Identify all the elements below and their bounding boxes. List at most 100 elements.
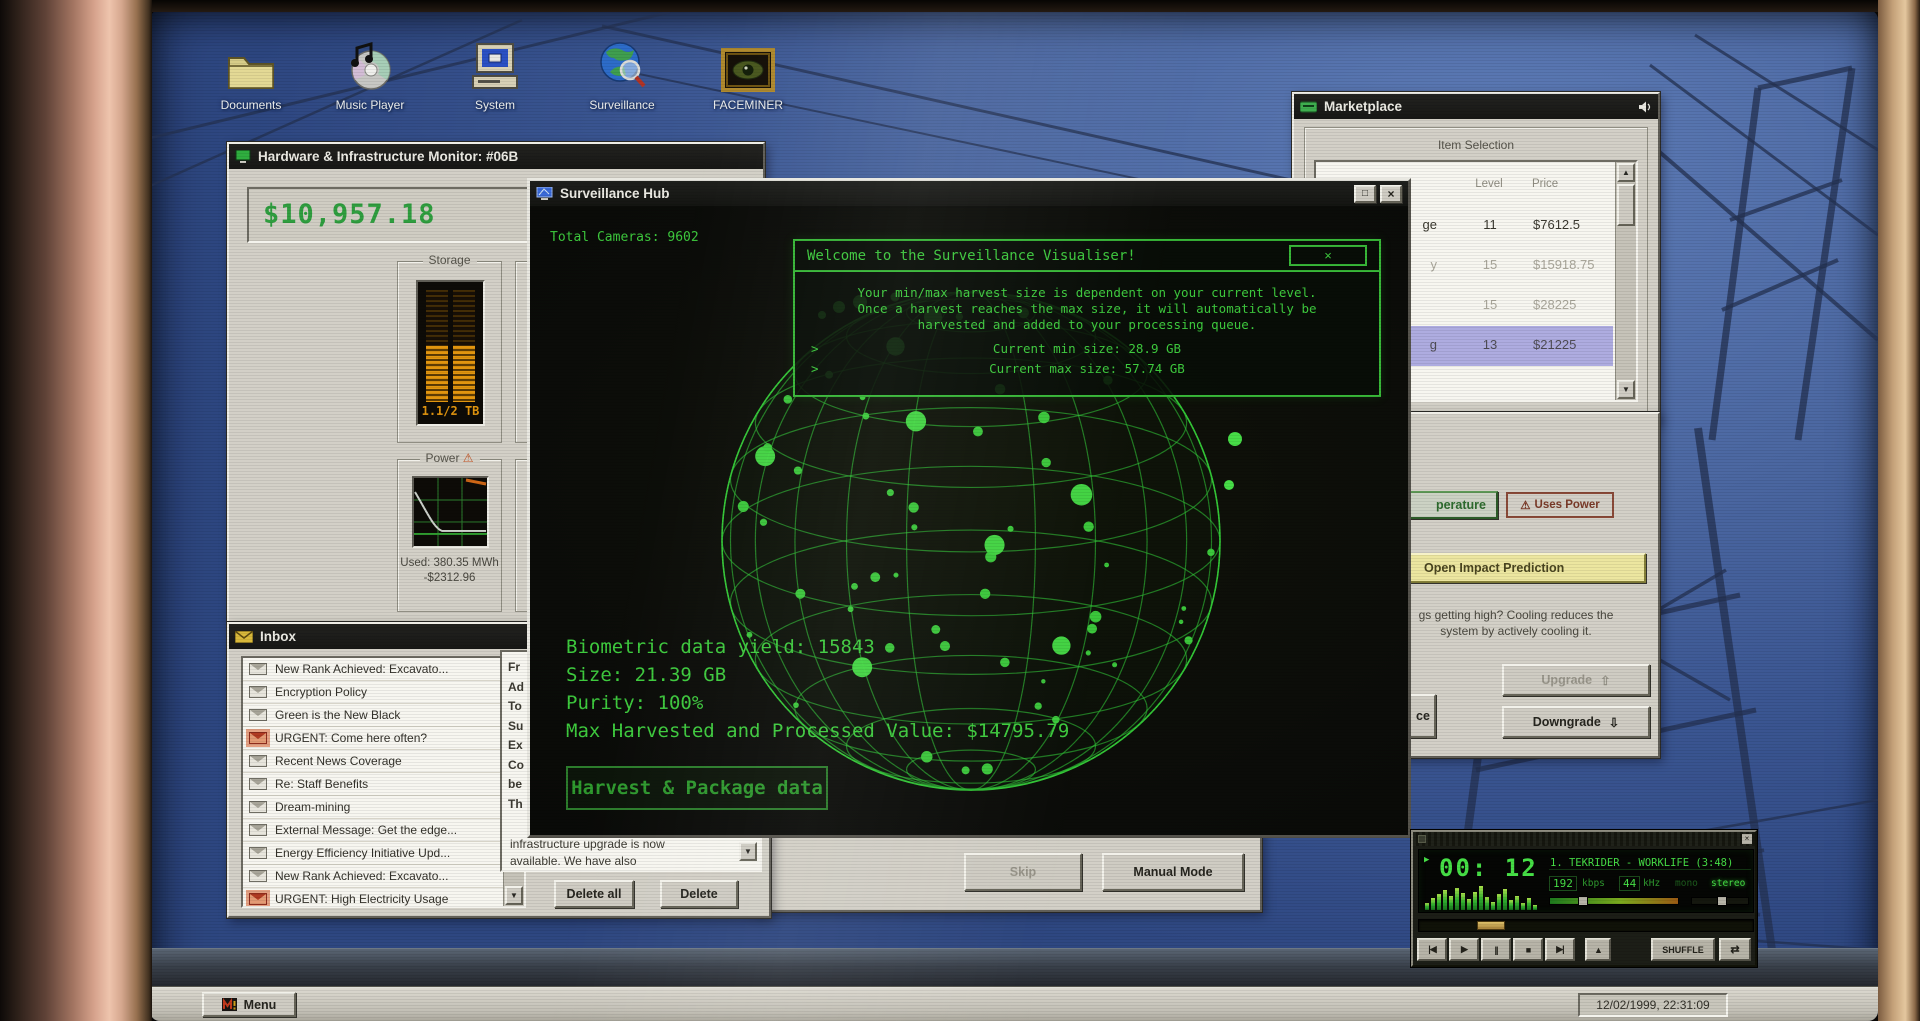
- balance-slider[interactable]: [1691, 897, 1749, 905]
- taskbar: Menu 12/02/1999, 22:31:09: [150, 987, 1878, 1021]
- surveillance-titlebar[interactable]: Surveillance Hub □ ×: [530, 181, 1408, 206]
- email-scroll-down-button[interactable]: ▼: [739, 842, 757, 861]
- total-cameras-label: Total Cameras: 9602: [550, 230, 699, 245]
- up-arrow-icon: ⇧: [1600, 673, 1610, 688]
- inbox-list-item[interactable]: Energy Efficiency Initiative Upd...: [243, 842, 506, 865]
- inbox-list-item[interactable]: New Rank Achieved: Excavato...: [243, 865, 506, 888]
- previous-button[interactable]: |◀: [1417, 938, 1447, 961]
- email-preview-text: infrastructure upgrade is now available.…: [510, 836, 740, 870]
- player-titlebar[interactable]: ×: [1413, 832, 1755, 846]
- balance-value: $10,957.18: [263, 199, 436, 230]
- envelope-icon: [249, 686, 267, 698]
- surveillance-title: Surveillance Hub: [560, 186, 1347, 201]
- desktop-icon-faceminer[interactable]: FACEMINER: [700, 38, 796, 112]
- upgrade-button[interactable]: Upgrade⇧: [1502, 664, 1650, 696]
- email-subject: External Message: Get the edge...: [275, 823, 457, 837]
- close-button[interactable]: ×: [1380, 185, 1402, 203]
- menu-button[interactable]: Menu: [202, 992, 296, 1017]
- column-header-level: Level: [1466, 178, 1512, 190]
- delete-button[interactable]: Delete: [660, 880, 738, 908]
- inbox-envelope-icon: [235, 631, 253, 643]
- skip-button[interactable]: Skip: [964, 853, 1082, 891]
- monitor-bezel-top: [140, 0, 1890, 12]
- scroll-thumb[interactable]: [1617, 184, 1635, 226]
- envelope-icon: [249, 870, 267, 882]
- inbox-list-item[interactable]: New Rank Achieved: Excavato...: [243, 658, 506, 681]
- marketplace-titlebar[interactable]: Marketplace: [1294, 94, 1658, 119]
- balance-handle[interactable]: [1717, 896, 1727, 906]
- player-menu-icon[interactable]: [1418, 835, 1426, 843]
- seek-handle[interactable]: [1477, 921, 1505, 930]
- inbox-list-item[interactable]: URGENT: High Electricity Usage: [243, 888, 506, 908]
- scroll-up-button[interactable]: ▲: [1617, 163, 1635, 182]
- email-field-label-fragment: Ad: [508, 678, 524, 698]
- downgrade-button[interactable]: Downgrade⇩: [1502, 706, 1650, 738]
- dialog-title: Welcome to the Surveillance Visualiser!: [807, 248, 1289, 264]
- maximize-button[interactable]: □: [1354, 185, 1376, 203]
- seek-bar[interactable]: [1418, 919, 1754, 932]
- scroll-down-button[interactable]: ▼: [505, 886, 523, 905]
- repeat-button[interactable]: ⇄: [1719, 938, 1751, 961]
- inbox-list-item[interactable]: URGENT: Come here often?: [243, 727, 506, 750]
- email-field-label-fragment: To: [508, 697, 524, 717]
- inbox-list-item[interactable]: Recent News Coverage: [243, 750, 506, 773]
- welcome-dialog: Welcome to the Surveillance Visualiser! …: [793, 239, 1381, 397]
- envelope-icon: [249, 755, 267, 767]
- desktop-icon-music-player[interactable]: Music Player: [322, 38, 418, 112]
- email-field-label-fragment: Th: [508, 795, 524, 815]
- surveillance-body: Total Cameras: 9602 Welcome to the Surve…: [530, 208, 1408, 835]
- inbox-list-panel: New Rank Achieved: Excavato... Encryptio…: [241, 656, 526, 908]
- stereo-indicator: stereo: [1711, 878, 1745, 889]
- delete-all-button[interactable]: Delete all: [554, 880, 634, 908]
- pause-button[interactable]: ||: [1481, 938, 1511, 961]
- email-field-label-fragment: Co: [508, 756, 524, 776]
- email-subject: Encryption Policy: [275, 685, 367, 699]
- play-button[interactable]: ▶: [1449, 938, 1479, 961]
- item-level: 11: [1467, 217, 1513, 232]
- icon-label: System: [447, 98, 543, 112]
- desktop-icon-surveillance[interactable]: Surveillance: [574, 38, 670, 112]
- volume-handle[interactable]: [1578, 896, 1588, 906]
- inbox-list-item[interactable]: Dream-mining: [243, 796, 506, 819]
- item-selection-label: Item Selection: [1305, 138, 1647, 152]
- shuffle-button[interactable]: SHUFFLE: [1651, 938, 1715, 961]
- computer-icon: [447, 38, 543, 92]
- play-state-icon: ▶: [1424, 855, 1429, 865]
- inbox-list-item[interactable]: Green is the New Black: [243, 704, 506, 727]
- item-level: 15: [1467, 297, 1513, 312]
- stop-button[interactable]: ■: [1513, 938, 1543, 961]
- desktop-icon-documents[interactable]: Documents: [203, 38, 299, 112]
- inbox-list-item[interactable]: External Message: Get the edge...: [243, 819, 506, 842]
- harvest-package-button[interactable]: Harvest & Package data: [566, 766, 828, 810]
- speaker-icon[interactable]: [1638, 101, 1652, 113]
- surveillance-window-icon: [536, 187, 553, 200]
- volume-slider[interactable]: [1549, 897, 1679, 905]
- column-header-price: Price: [1532, 178, 1558, 190]
- marketplace-scrollbar[interactable]: ▲ ▼: [1615, 162, 1636, 400]
- dialog-close-button[interactable]: ×: [1289, 245, 1367, 266]
- power-warning-icon: ⚠: [463, 451, 474, 465]
- clock: 12/02/1999, 22:31:09: [1578, 993, 1728, 1017]
- scroll-down-button[interactable]: ▼: [1617, 380, 1635, 399]
- next-button[interactable]: ▶|: [1545, 938, 1575, 961]
- inbox-list-item[interactable]: Re: Staff Benefits: [243, 773, 506, 796]
- faceminer-eye-icon: [700, 38, 796, 92]
- manual-mode-button[interactable]: Manual Mode: [1102, 853, 1244, 891]
- desktop-icon-system[interactable]: System: [447, 38, 543, 112]
- envelope-icon: [249, 778, 267, 790]
- monitor-titlebar[interactable]: Hardware & Infrastructure Monitor: #06B: [229, 144, 763, 169]
- bitrate-value: 192: [1549, 876, 1577, 891]
- email-field-label-fragment: Fr: [508, 658, 524, 678]
- stat-value: Max Harvested and Processed Value: $1479…: [566, 717, 1069, 745]
- inbox-list-item[interactable]: Encryption Policy: [243, 681, 506, 704]
- envelope-icon: [249, 732, 267, 744]
- eject-button[interactable]: ▲: [1585, 938, 1611, 961]
- player-close-button[interactable]: ×: [1742, 834, 1752, 844]
- uses-power-badge: ⚠ Uses Power: [1506, 492, 1614, 518]
- power-used: Used: 380.35 MWh-$2312.96: [398, 556, 501, 586]
- stat-purity: Purity: 100%: [566, 689, 1069, 717]
- mono-indicator: mono: [1675, 878, 1698, 889]
- icon-label: Surveillance: [574, 98, 670, 112]
- player-lcd: ▶ 00: 12 1. TEKRIDER - WORKLIFE (3:48) 1…: [1418, 849, 1754, 913]
- email-field-labels: FrAdToSuExCobeTh: [508, 658, 524, 814]
